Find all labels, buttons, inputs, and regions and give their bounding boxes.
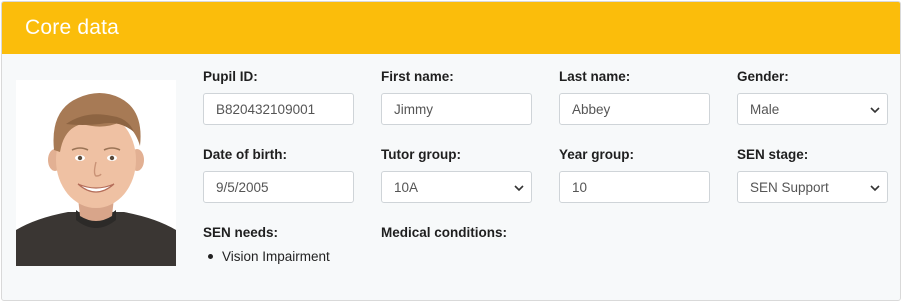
medical-conditions-field: Medical conditions: bbox=[381, 225, 507, 249]
year-group-field: Year group: 10 bbox=[559, 147, 710, 203]
first-name-input[interactable]: Jimmy bbox=[381, 93, 532, 125]
last-name-value: Abbey bbox=[572, 101, 611, 117]
pupil-id-input[interactable]: B820432109001 bbox=[203, 93, 354, 125]
gender-select[interactable]: Male bbox=[737, 93, 888, 125]
sen-needs-list: Vision Impairment bbox=[208, 249, 330, 264]
list-item: Vision Impairment bbox=[208, 249, 330, 264]
last-name-input[interactable]: Abbey bbox=[559, 93, 710, 125]
gender-value: Male bbox=[750, 101, 780, 117]
chevron-down-icon bbox=[870, 107, 880, 114]
sen-stage-field: SEN stage: SEN Support bbox=[737, 147, 888, 203]
tutor-group-label: Tutor group: bbox=[381, 147, 461, 162]
sen-stage-select[interactable]: SEN Support bbox=[737, 171, 888, 203]
sen-need-item: Vision Impairment bbox=[222, 249, 330, 264]
pupil-id-label: Pupil ID: bbox=[203, 69, 258, 84]
year-group-label: Year group: bbox=[559, 147, 635, 162]
bullet-icon bbox=[208, 254, 213, 259]
year-group-input[interactable]: 10 bbox=[559, 171, 710, 203]
pupil-photo bbox=[16, 80, 176, 266]
tutor-group-value: 10A bbox=[394, 179, 419, 195]
card-title: Core data bbox=[25, 16, 120, 39]
tutor-group-select[interactable]: 10A bbox=[381, 171, 532, 203]
sen-stage-label: SEN stage: bbox=[737, 147, 809, 162]
last-name-field: Last name: Abbey bbox=[559, 69, 710, 125]
year-group-value: 10 bbox=[572, 179, 588, 195]
gender-field: Gender: Male bbox=[737, 69, 888, 125]
dob-input[interactable]: 9/5/2005 bbox=[203, 171, 354, 203]
card-header: Core data bbox=[2, 2, 900, 54]
pupil-id-value: B820432109001 bbox=[216, 101, 316, 117]
dob-field: Date of birth: 9/5/2005 bbox=[203, 147, 354, 203]
core-data-card: Core data Pupil ID: B820432109001 First … bbox=[1, 1, 901, 301]
sen-needs-field: SEN needs: bbox=[203, 225, 278, 249]
gender-label: Gender: bbox=[737, 69, 789, 84]
sen-needs-label: SEN needs: bbox=[203, 225, 279, 240]
dob-value: 9/5/2005 bbox=[216, 179, 269, 195]
dob-label: Date of birth: bbox=[203, 147, 287, 162]
last-name-label: Last name: bbox=[559, 69, 631, 84]
chevron-down-icon bbox=[514, 185, 524, 192]
chevron-down-icon bbox=[870, 185, 880, 192]
first-name-field: First name: Jimmy bbox=[381, 69, 532, 125]
pupil-id-field: Pupil ID: B820432109001 bbox=[203, 69, 354, 125]
sen-stage-value: SEN Support bbox=[750, 179, 829, 195]
tutor-group-field: Tutor group: 10A bbox=[381, 147, 532, 203]
first-name-value: Jimmy bbox=[394, 101, 433, 117]
medical-conditions-label: Medical conditions: bbox=[381, 225, 508, 240]
first-name-label: First name: bbox=[381, 69, 454, 84]
